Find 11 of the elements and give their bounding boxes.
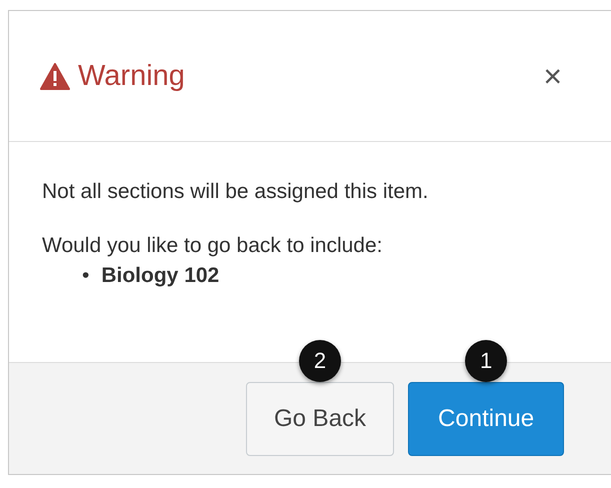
message-text: Not all sections will be assigned this item. [42,180,430,204]
callout-badge: 2 [299,340,342,382]
warning-icon [40,62,70,90]
dialog-title: Warning [78,60,185,92]
close-button[interactable]: × [539,58,566,94]
bullet: • [82,264,90,288]
question-text: Would you like to go back to include: [42,234,384,258]
callout-badge: 1 [465,340,508,382]
continue-button[interactable]: Continue [408,382,564,456]
section-item: Biology 102 [101,264,220,288]
back-button[interactable]: Go Back [246,382,394,456]
